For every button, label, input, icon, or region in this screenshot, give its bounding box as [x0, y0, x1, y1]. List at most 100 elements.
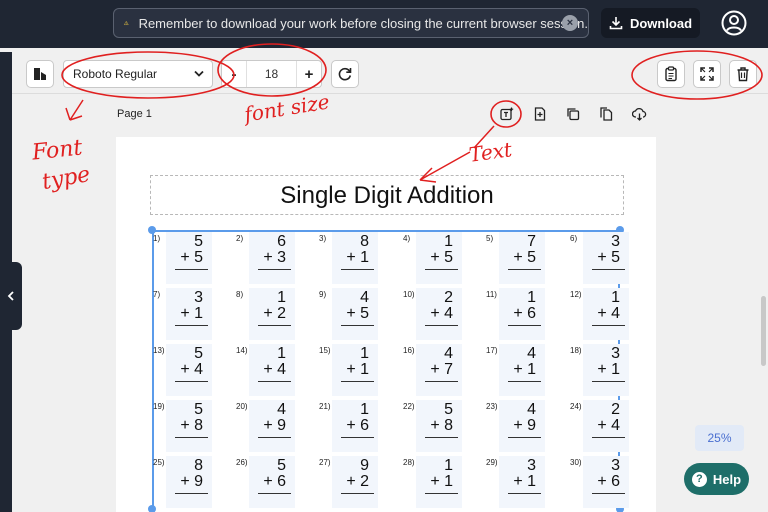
- help-button[interactable]: ? Help: [684, 463, 749, 495]
- problem-addend-bottom: + 2: [346, 473, 369, 490]
- problem-number: 19): [153, 402, 165, 411]
- problem-number: 7): [153, 290, 161, 299]
- problem-number: 23): [486, 402, 498, 411]
- problem-item: 12) 1 + 4: [570, 288, 638, 340]
- problem-number: 11): [486, 290, 497, 299]
- problem-item: 29) 3 + 1: [486, 456, 554, 508]
- problem-item: 4) 1 + 5: [403, 232, 471, 284]
- sum-line: [508, 381, 541, 382]
- cloud-download-icon: [631, 107, 646, 121]
- problem-addend-bottom: + 7: [430, 361, 453, 378]
- problem-item: 15) 1 + 1: [319, 344, 387, 396]
- sum-line: [341, 381, 374, 382]
- problem-addend-bottom: + 1: [346, 249, 369, 266]
- problem-addend-bottom: + 3: [263, 249, 286, 266]
- sum-line: [425, 381, 458, 382]
- close-icon[interactable]: ×: [562, 15, 578, 31]
- sum-line: [258, 437, 291, 438]
- chevron-down-icon: [194, 70, 204, 77]
- problem-item: 7) 3 + 1: [153, 288, 221, 340]
- sum-line: [341, 437, 374, 438]
- refresh-button[interactable]: [331, 60, 359, 88]
- expand-sidebar-button[interactable]: [0, 262, 22, 330]
- problem-item: 10) 2 + 4: [403, 288, 471, 340]
- problem-addend-bottom: + 6: [346, 417, 369, 434]
- fullscreen-button[interactable]: [693, 60, 721, 88]
- font-size-decrease-button[interactable]: -: [222, 66, 246, 83]
- clipboard-icon: [665, 66, 677, 82]
- problem-addend-bottom: + 5: [430, 249, 453, 266]
- download-icon: [609, 17, 623, 30]
- problem-item: 26) 5 + 6: [236, 456, 304, 508]
- problem-addend-bottom: + 6: [263, 473, 286, 490]
- sum-line: [258, 381, 291, 382]
- delete-button[interactable]: [729, 60, 757, 88]
- problem-addend-bottom: + 1: [430, 473, 453, 490]
- problem-number: 13): [153, 346, 165, 355]
- sum-line: [258, 325, 291, 326]
- trash-icon: [737, 67, 749, 82]
- add-text-button[interactable]: [497, 104, 517, 124]
- scrollbar-thumb[interactable]: [761, 296, 766, 366]
- font-type-select[interactable]: Roboto Regular: [63, 60, 213, 88]
- worksheet-title[interactable]: Single Digit Addition: [150, 175, 624, 215]
- problem-item: 18) 3 + 1: [570, 344, 638, 396]
- problem-addend-bottom: + 1: [513, 361, 536, 378]
- sum-line: [592, 437, 625, 438]
- copy-page-button[interactable]: [596, 104, 616, 124]
- download-label: Download: [629, 15, 693, 31]
- problem-addend-bottom: + 5: [597, 249, 620, 266]
- account-icon[interactable]: [721, 10, 747, 36]
- problem-number: 18): [570, 346, 582, 355]
- problem-item: 30) 3 + 6: [570, 456, 638, 508]
- problem-item: 14) 1 + 4: [236, 344, 304, 396]
- sum-line: [508, 437, 541, 438]
- problem-number: 3): [319, 234, 327, 243]
- problem-number: 12): [570, 290, 582, 299]
- help-label: Help: [712, 471, 742, 487]
- problem-addend-bottom: + 5: [180, 249, 203, 266]
- font-size-stepper[interactable]: - 18 +: [221, 60, 322, 88]
- sum-line: [508, 269, 541, 270]
- problem-number: 30): [570, 458, 582, 467]
- sum-line: [175, 437, 208, 438]
- sum-line: [258, 493, 291, 494]
- problem-number: 29): [486, 458, 498, 467]
- problem-item: 27) 9 + 2: [319, 456, 387, 508]
- files-icon: [600, 107, 613, 121]
- problem-addend-bottom: + 8: [180, 417, 203, 434]
- font-size-increase-button[interactable]: +: [297, 66, 321, 83]
- problem-item: 11) 1 + 6: [486, 288, 554, 340]
- sum-line: [425, 437, 458, 438]
- clipboard-button[interactable]: [657, 60, 685, 88]
- download-page-button[interactable]: [629, 104, 649, 124]
- zoom-level[interactable]: 25%: [695, 425, 744, 451]
- template-button[interactable]: [26, 60, 54, 88]
- problem-number: 21): [319, 402, 331, 411]
- problem-item: 23) 4 + 9: [486, 400, 554, 452]
- problem-number: 10): [403, 290, 415, 299]
- problem-number: 1): [153, 234, 161, 243]
- annotation-font-label: Font: [30, 135, 84, 166]
- problem-addend-bottom: + 9: [180, 473, 203, 490]
- download-button[interactable]: Download: [601, 8, 700, 38]
- notice-message: Remember to download your work before cl…: [138, 15, 588, 31]
- sum-line: [592, 325, 625, 326]
- problem-item: 1) 5 + 5: [153, 232, 221, 284]
- problem-item: 9) 4 + 5: [319, 288, 387, 340]
- add-text-icon: [500, 107, 514, 121]
- problem-number: 28): [403, 458, 415, 467]
- problem-number: 9): [319, 290, 327, 299]
- problem-number: 17): [486, 346, 498, 355]
- problem-number: 6): [570, 234, 578, 243]
- problem-item: 3) 8 + 1: [319, 232, 387, 284]
- problem-addend-bottom: + 4: [597, 417, 620, 434]
- problem-item: 28) 1 + 1: [403, 456, 471, 508]
- problem-number: 14): [236, 346, 248, 355]
- problem-item: 13) 5 + 4: [153, 344, 221, 396]
- font-size-input[interactable]: 18: [246, 61, 297, 87]
- problem-number: 8): [236, 290, 244, 299]
- duplicate-page-button[interactable]: [563, 104, 583, 124]
- add-page-button[interactable]: [530, 104, 550, 124]
- problem-addend-bottom: + 1: [346, 361, 369, 378]
